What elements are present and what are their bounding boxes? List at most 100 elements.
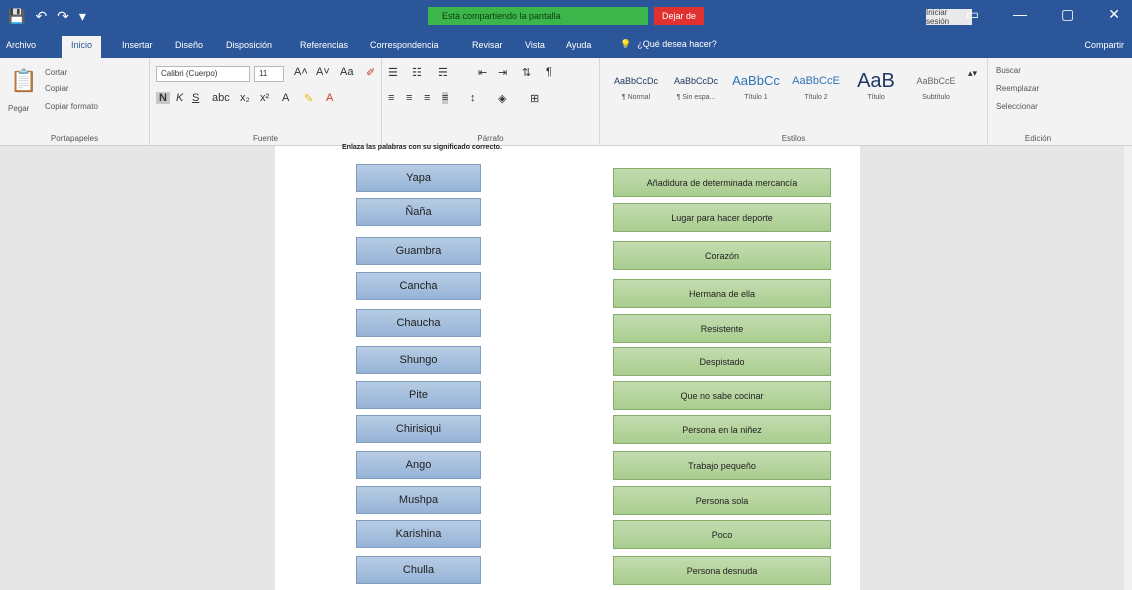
word-box[interactable]: Chirisiqui — [356, 415, 481, 443]
tab-archivo[interactable]: Archivo — [6, 40, 36, 50]
style-label: Subtítulo — [922, 94, 950, 101]
font-color-icon[interactable]: A — [326, 92, 333, 104]
font-name-select[interactable]: Calibri (Cuerpo) — [156, 66, 250, 82]
meaning-box[interactable]: Despistado — [613, 347, 831, 376]
multilevel-list-icon[interactable]: ☴ — [438, 66, 448, 79]
superscript-icon[interactable]: x² — [260, 92, 269, 104]
style-heading-1[interactable]: AaBbCc Título 1 — [726, 68, 786, 101]
word-box[interactable]: Chaucha — [356, 309, 481, 337]
tab-inicio[interactable]: Inicio — [62, 36, 102, 58]
tab-vista[interactable]: Vista — [525, 40, 545, 50]
tab-revisar[interactable]: Revisar — [472, 40, 503, 50]
word-box[interactable]: Karishina — [356, 520, 481, 548]
maximize-icon[interactable]: ▢ — [1061, 6, 1074, 23]
meaning-box[interactable]: Persona sola — [613, 486, 831, 515]
share-button[interactable]: Compartir — [1084, 40, 1124, 50]
meaning-box[interactable]: Añadidura de determinada mercancía — [613, 168, 831, 197]
tab-referencias[interactable]: Referencias — [300, 40, 348, 50]
paste-icon[interactable]: 📋 — [10, 68, 37, 94]
styles-scroll-icon[interactable]: ▴▾ — [968, 68, 977, 79]
pilcrow-icon[interactable]: ¶ — [546, 66, 552, 78]
redo-icon[interactable]: ↷ — [57, 8, 69, 25]
shrink-font-icon[interactable]: A˅ — [316, 66, 330, 78]
replace-button[interactable]: Reemplazar — [996, 84, 1039, 93]
word-box[interactable]: Mushpa — [356, 486, 481, 514]
meaning-box[interactable]: Trabajo pequeño — [613, 451, 831, 480]
strikethrough-icon[interactable]: abc — [212, 92, 230, 104]
subscript-icon[interactable]: x₂ — [240, 92, 250, 104]
tab-correspondencia[interactable]: Correspondencia — [370, 40, 439, 50]
tab-disposicion[interactable]: Disposición — [226, 40, 272, 50]
meaning-box[interactable]: Poco — [613, 520, 831, 549]
align-right-icon[interactable]: ≡ — [424, 92, 430, 104]
decrease-indent-icon[interactable]: ⇤ — [478, 66, 487, 79]
grow-font-icon[interactable]: A˄ — [294, 66, 308, 78]
quick-access-toolbar: 💾 ↶ ↷ ▾ — [8, 8, 86, 25]
undo-icon[interactable]: ↶ — [35, 8, 47, 25]
meaning-box[interactable]: Lugar para hacer deporte — [613, 203, 831, 232]
word-box[interactable]: Guambra — [356, 237, 481, 265]
meaning-box[interactable]: Resistente — [613, 314, 831, 343]
tab-insertar[interactable]: Insertar — [122, 40, 153, 50]
change-case-icon[interactable]: Aa — [340, 66, 353, 78]
style-normal[interactable]: AaBbCcDc ¶ Normal — [606, 68, 666, 101]
select-button[interactable]: Seleccionar — [996, 102, 1038, 111]
meaning-box[interactable]: Corazón — [613, 241, 831, 270]
stop-share-button[interactable]: Dejar de — [654, 7, 705, 25]
meaning-box[interactable]: Hermana de ella — [613, 279, 831, 308]
meaning-box[interactable]: Que no sabe cocinar — [613, 381, 831, 410]
minimize-icon[interactable]: — — [1013, 6, 1027, 23]
tab-diseno[interactable]: Diseño — [175, 40, 203, 50]
close-icon[interactable]: ✕ — [1108, 6, 1120, 23]
share-status-text: Está compartiendo la pantalla — [442, 11, 561, 21]
share-status: Está compartiendo la pantalla — [428, 7, 648, 25]
styles-group: AaBbCcDc ¶ Normal AaBbCcDc ¶ Sin espa...… — [600, 58, 988, 146]
clear-format-icon[interactable]: ✐ — [366, 66, 375, 79]
numbering-icon[interactable]: ☷ — [412, 66, 422, 79]
word-box[interactable]: Ñaña — [356, 198, 481, 226]
font-size-select[interactable]: 11 — [254, 66, 284, 82]
tab-ayuda[interactable]: Ayuda — [566, 40, 591, 50]
ribbon-display-icon[interactable]: ▭ — [966, 6, 979, 23]
sort-icon[interactable]: ⇅ — [522, 66, 531, 79]
save-icon[interactable]: 💾 — [8, 8, 25, 25]
bullets-icon[interactable]: ☰ — [388, 66, 398, 79]
word-box[interactable]: Pite — [356, 381, 481, 409]
customize-qat-icon[interactable]: ▾ — [79, 8, 86, 25]
meaning-box[interactable]: Persona desnuda — [613, 556, 831, 585]
style-preview-text: AaBbCcE — [916, 76, 956, 86]
lightbulb-icon: 💡 — [620, 39, 632, 49]
meaning-box[interactable]: Persona en la niñez — [613, 415, 831, 444]
style-no-spacing[interactable]: AaBbCcDc ¶ Sin espa... — [666, 68, 726, 101]
word-box[interactable]: Chulla — [356, 556, 481, 584]
find-button[interactable]: Buscar — [996, 66, 1021, 75]
format-painter-button[interactable]: Copiar formato — [45, 102, 98, 111]
italic-icon[interactable]: K — [176, 92, 183, 104]
style-label: ¶ Normal — [621, 94, 651, 101]
style-title[interactable]: AaB Título — [846, 68, 906, 101]
paste-label[interactable]: Pegar — [8, 104, 29, 113]
increase-indent-icon[interactable]: ⇥ — [498, 66, 507, 79]
shading-icon[interactable]: ◈ — [498, 92, 506, 105]
borders-icon[interactable]: ⊞ — [530, 92, 539, 105]
text-effects-icon[interactable]: A — [282, 92, 289, 104]
word-box[interactable]: Cancha — [356, 272, 481, 300]
word-box[interactable]: Yapa — [356, 164, 481, 192]
highlight-icon[interactable]: ✎ — [304, 92, 313, 105]
style-subtitle[interactable]: AaBbCcE Subtítulo — [906, 68, 966, 101]
line-spacing-icon[interactable]: ↕ — [470, 92, 476, 104]
bold-icon[interactable]: N — [156, 92, 170, 104]
underline-icon[interactable]: S — [192, 92, 199, 104]
copy-button[interactable]: Copiar — [45, 84, 69, 93]
font-group: Calibri (Cuerpo) 11 A˄ A˅ Aa ✐ N K S abc… — [150, 58, 382, 146]
cut-button[interactable]: Cortar — [45, 68, 67, 77]
style-heading-2[interactable]: AaBbCcE Título 2 — [786, 68, 846, 101]
word-box[interactable]: Shungo — [356, 346, 481, 374]
vertical-scrollbar[interactable] — [1124, 146, 1132, 590]
word-box[interactable]: Ango — [356, 451, 481, 479]
align-left-icon[interactable]: ≡ — [388, 92, 394, 104]
tell-me-box[interactable]: 💡 ¿Qué desea hacer? — [620, 39, 717, 50]
align-center-icon[interactable]: ≡ — [406, 92, 412, 104]
clipboard-group-label: Portapapeles — [50, 134, 99, 143]
justify-icon[interactable]: ≡ — [442, 92, 449, 104]
